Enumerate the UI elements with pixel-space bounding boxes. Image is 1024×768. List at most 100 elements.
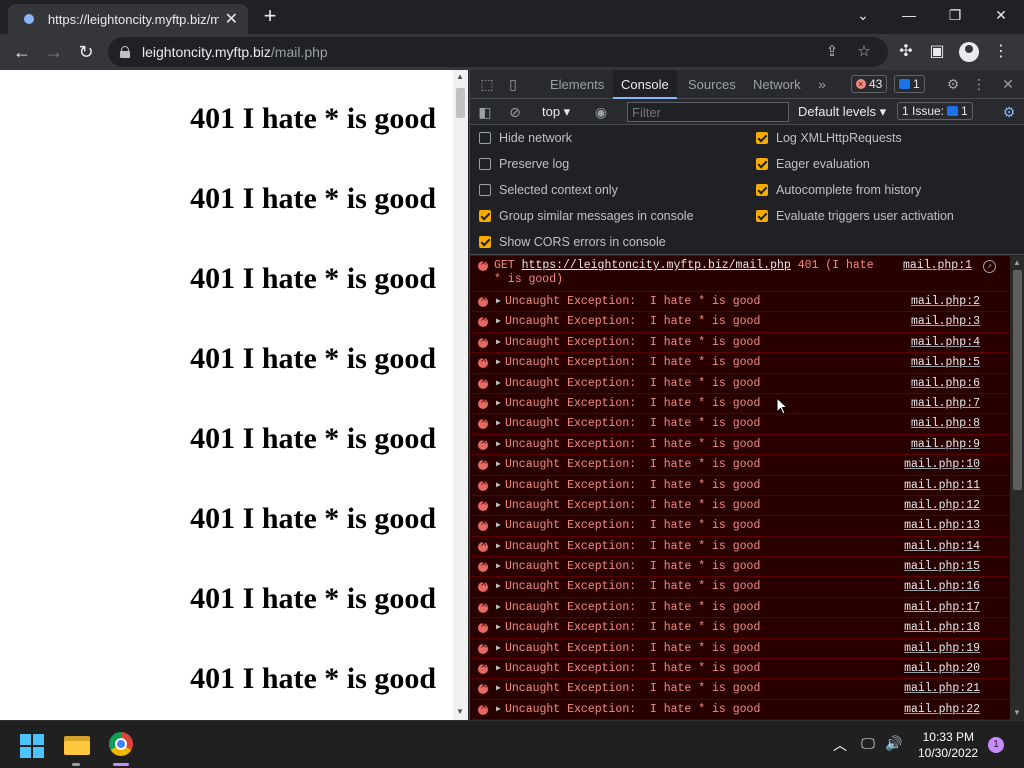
clear-console-icon[interactable]: ⊘ bbox=[506, 102, 524, 122]
source-link[interactable]: mail.php:19 bbox=[904, 642, 980, 655]
devtools-menu-icon[interactable]: ⋮ bbox=[972, 74, 986, 94]
source-link[interactable]: mail.php:13 bbox=[904, 519, 980, 532]
expand-triangle-icon[interactable]: ▶ bbox=[496, 520, 501, 530]
expand-triangle-icon[interactable]: ▶ bbox=[496, 357, 501, 367]
expand-triangle-icon[interactable]: ▶ bbox=[496, 378, 501, 388]
console-settings-gear-icon[interactable]: ⚙ bbox=[1000, 102, 1018, 122]
profile-avatar[interactable] bbox=[959, 42, 979, 62]
error-count-badge[interactable]: 43 bbox=[851, 75, 888, 93]
restore-button[interactable]: ❐ bbox=[943, 4, 967, 26]
console-filter-input[interactable] bbox=[627, 102, 789, 122]
source-link[interactable]: mail.php:16 bbox=[904, 580, 980, 593]
devtools-settings-gear-icon[interactable]: ⚙ bbox=[944, 74, 962, 94]
expand-triangle-icon[interactable]: ▶ bbox=[496, 316, 501, 326]
console-exception-row[interactable]: ▶ Uncaught Exception: I hate * is good mai… bbox=[470, 577, 1010, 598]
browser-tab[interactable]: https://leightoncity.myftp.biz/mail.php … bbox=[8, 4, 248, 34]
console-exception-row[interactable]: ▶ Uncaught Exception: I hate * is good mai… bbox=[470, 659, 1010, 680]
option-eager-evaluation[interactable]: Eager evaluation bbox=[756, 155, 870, 173]
source-link[interactable]: mail.php:11 bbox=[904, 479, 980, 492]
expand-triangle-icon[interactable]: ▶ bbox=[496, 704, 501, 714]
scroll-down-arrow-icon[interactable]: ▼ bbox=[1013, 708, 1021, 717]
console-exception-row[interactable]: ▶ Uncaught Exception: I hate * is good mai… bbox=[470, 639, 1010, 660]
tab-close-icon[interactable]: ✕ bbox=[225, 9, 238, 29]
extensions-icon[interactable]: ✣ bbox=[894, 40, 918, 64]
expand-triangle-icon[interactable]: ▶ bbox=[496, 561, 501, 571]
console-exception-row[interactable]: ▶ Uncaught Exception: I hate * is good mai… bbox=[470, 333, 1010, 354]
scroll-up-arrow-icon[interactable]: ▲ bbox=[1013, 258, 1021, 267]
option-preserve-log[interactable]: Preserve log bbox=[479, 155, 569, 173]
source-link[interactable]: mail.php:10 bbox=[904, 458, 980, 471]
source-link[interactable]: mail.php:8 bbox=[911, 417, 980, 430]
source-link[interactable]: mail.php:3 bbox=[911, 315, 980, 328]
source-link[interactable]: mail.php:12 bbox=[904, 499, 980, 512]
expand-triangle-icon[interactable]: ▶ bbox=[496, 439, 501, 449]
source-link[interactable]: mail.php:18 bbox=[904, 621, 980, 634]
tab-console[interactable]: Console bbox=[613, 70, 677, 99]
console-exception-row[interactable]: ▶ Uncaught Exception: I hate * is good mai… bbox=[470, 312, 1010, 333]
close-window-button[interactable]: ✕ bbox=[989, 4, 1013, 26]
expand-triangle-icon[interactable]: ▶ bbox=[496, 418, 501, 428]
option-autocomplete-history[interactable]: Autocomplete from history bbox=[756, 181, 921, 199]
checkbox-checked[interactable] bbox=[479, 236, 491, 248]
tab-search-icon[interactable]: ⌄ bbox=[851, 4, 875, 26]
checkbox-checked[interactable] bbox=[756, 132, 768, 144]
console-scroll-thumb[interactable] bbox=[1013, 270, 1022, 490]
console-exception-row[interactable]: ▶ Uncaught Exception: I hate * is good mai… bbox=[470, 516, 1010, 537]
expand-triangle-icon[interactable]: ▶ bbox=[496, 296, 501, 306]
expand-triangle-icon[interactable]: ▶ bbox=[496, 337, 501, 347]
page-scrollbar[interactable]: ▲ ▼ bbox=[453, 70, 468, 720]
back-button[interactable]: ← bbox=[10, 40, 34, 64]
more-tabs-icon[interactable]: » bbox=[814, 74, 830, 94]
expand-triangle-icon[interactable]: ▶ bbox=[496, 643, 501, 653]
tab-elements[interactable]: Elements bbox=[542, 70, 612, 99]
start-button[interactable] bbox=[20, 734, 44, 758]
source-link[interactable]: mail.php:15 bbox=[904, 560, 980, 573]
expand-triangle-icon[interactable]: ▶ bbox=[496, 622, 501, 632]
checkbox[interactable] bbox=[479, 132, 491, 144]
minimize-button[interactable]: — bbox=[897, 4, 921, 26]
scroll-down-arrow-icon[interactable]: ▼ bbox=[456, 707, 464, 716]
new-tab-button[interactable]: + bbox=[258, 5, 282, 29]
option-evaluate-triggers[interactable]: Evaluate triggers user activation bbox=[756, 207, 954, 225]
console-exception-row[interactable]: ▶ Uncaught Exception: I hate * is good mai… bbox=[470, 537, 1010, 558]
page-scroll-thumb[interactable] bbox=[456, 88, 465, 118]
address-bar[interactable]: leightoncity.myftp.biz/mail.php ⇪ ☆ bbox=[108, 37, 888, 67]
expand-triangle-icon[interactable]: ▶ bbox=[496, 683, 501, 693]
console-exception-row[interactable]: ▶ Uncaught Exception: I hate * is good mai… bbox=[470, 618, 1010, 639]
option-log-xhr[interactable]: Log XMLHttpRequests bbox=[756, 129, 902, 147]
expand-triangle-icon[interactable]: ▶ bbox=[496, 459, 501, 469]
console-exception-row[interactable]: ▶ Uncaught Exception: I hate * is good mai… bbox=[470, 700, 1010, 720]
forward-button[interactable]: → bbox=[42, 40, 66, 64]
side-panel-icon[interactable]: ▣ bbox=[925, 40, 949, 64]
checkbox-checked[interactable] bbox=[756, 210, 768, 222]
share-icon[interactable]: ⇪ bbox=[822, 42, 842, 62]
console-scrollbar[interactable]: ▲ ▼ bbox=[1010, 256, 1024, 720]
log-levels-dropdown[interactable]: Default levels ▾ bbox=[798, 103, 886, 121]
console-exception-row[interactable]: ▶ Uncaught Exception: I hate * is good mai… bbox=[470, 679, 1010, 700]
option-show-cors-errors[interactable]: Show CORS errors in console bbox=[479, 233, 666, 251]
expand-triangle-icon[interactable]: ▶ bbox=[496, 500, 501, 510]
scroll-up-arrow-icon[interactable]: ▲ bbox=[456, 72, 464, 81]
chrome-icon[interactable] bbox=[109, 732, 133, 756]
request-url-link[interactable]: https://leightoncity.myftp.biz/mail.php bbox=[522, 259, 791, 272]
tab-network[interactable]: Network bbox=[745, 70, 809, 99]
bookmark-star-icon[interactable]: ☆ bbox=[854, 42, 874, 62]
file-explorer-icon[interactable] bbox=[64, 733, 90, 755]
source-link[interactable]: mail.php:22 bbox=[904, 703, 980, 716]
source-link[interactable]: mail.php:9 bbox=[911, 438, 980, 451]
tray-chevron-icon[interactable]: ︿ bbox=[830, 735, 850, 755]
console-exception-row[interactable]: ▶ Uncaught Exception: I hate * is good mai… bbox=[470, 476, 1010, 496]
console-exception-row[interactable]: ▶ Uncaught Exception: I hate * is good mai… bbox=[470, 455, 1010, 476]
device-toolbar-icon[interactable]: ▯ bbox=[504, 74, 522, 94]
devtools-close-icon[interactable]: ✕ bbox=[1000, 74, 1016, 94]
browser-menu-icon[interactable]: ⋮ bbox=[989, 40, 1013, 64]
system-clock[interactable]: 10:33 PM 10/30/2022 bbox=[918, 729, 978, 761]
console-exception-row[interactable]: ▶ Uncaught Exception: I hate * is good mai… bbox=[470, 353, 1010, 374]
console-exception-row[interactable]: ▶ Uncaught Exception: I hate * is good mai… bbox=[470, 292, 1010, 313]
expand-triangle-icon[interactable]: ▶ bbox=[496, 581, 501, 591]
console-exception-row[interactable]: ▶ Uncaught Exception: I hate * is good mai… bbox=[470, 435, 1010, 456]
network-icon[interactable]: 🖵 bbox=[858, 735, 878, 752]
expand-triangle-icon[interactable]: ▶ bbox=[496, 602, 501, 612]
checkbox-checked[interactable] bbox=[479, 210, 491, 222]
issues-button[interactable]: 1 Issue: 1 bbox=[897, 102, 973, 120]
